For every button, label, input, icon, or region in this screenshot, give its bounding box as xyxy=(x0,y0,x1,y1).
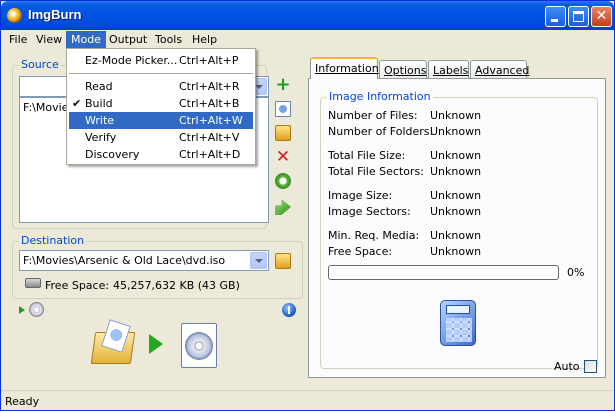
app-icon[interactable] xyxy=(7,8,22,23)
tab-information[interactable]: Information xyxy=(310,57,379,79)
menu-mode[interactable]: Mode xyxy=(66,31,106,48)
menu-item-label: Ez-Mode Picker... xyxy=(85,54,178,67)
disc-icon[interactable] xyxy=(29,302,44,317)
close-icon: ✕ xyxy=(595,8,608,24)
menu-view[interactable]: View xyxy=(31,31,67,48)
minimize-button[interactable] xyxy=(545,6,566,27)
minimize-icon xyxy=(551,19,558,22)
tab-label: Advanced xyxy=(475,64,530,77)
tab-advanced[interactable]: Advanced xyxy=(470,60,530,80)
info-row-label: Min. Req. Media: xyxy=(328,229,420,242)
destination-path: F:\Movies\Arsenic & Old Lace\dvd.iso xyxy=(23,254,226,267)
info-row-label: Free Space: xyxy=(328,245,393,258)
chevron-down-icon xyxy=(255,85,263,89)
tab-label: Options xyxy=(384,64,427,77)
expand-arrow-icon[interactable] xyxy=(19,306,25,314)
mode-menu-dropdown: Ez-Mode Picker... Ctrl+Alt+P Read Ctrl+A… xyxy=(66,48,256,165)
menu-item-build[interactable]: ✔ Build Ctrl+Alt+B xyxy=(69,95,253,112)
maximize-button[interactable] xyxy=(568,6,589,27)
info-row-value: Unknown xyxy=(430,109,482,122)
imgburn-window: ImgBurn ✕ File View Mode Output Tools He… xyxy=(0,0,615,411)
menu-item-label: Build xyxy=(85,97,113,110)
status-bar: Ready xyxy=(1,390,614,410)
menu-separator xyxy=(69,73,253,74)
info-row-value: Unknown xyxy=(430,245,482,258)
menu-item-label: Read xyxy=(85,80,113,93)
image-information-group: Image Information Number of Files: Unkno… xyxy=(320,90,598,373)
menu-item-shortcut: Ctrl+Alt+V xyxy=(179,131,240,144)
menu-item-write[interactable]: Write Ctrl+Alt+W xyxy=(69,112,253,129)
info-row-value: Unknown xyxy=(430,205,482,218)
iso-disc-icon[interactable] xyxy=(181,323,217,368)
info-row-label: Number of Files: xyxy=(328,109,418,122)
calculator-keys xyxy=(446,318,472,342)
menu-item-verify[interactable]: Verify Ctrl+Alt+V xyxy=(69,129,253,146)
folder-icon[interactable] xyxy=(275,125,291,141)
menu-item-shortcut: Ctrl+Alt+B xyxy=(179,97,240,110)
calculator-icon[interactable] xyxy=(440,300,476,346)
free-space-label: Free Space: xyxy=(45,279,110,292)
info-row-label: Total File Sectors: xyxy=(328,165,424,178)
menu-file[interactable]: File xyxy=(4,31,32,48)
list-item[interactable]: F:\Movie xyxy=(23,101,68,114)
menu-item-shortcut: Ctrl+Alt+D xyxy=(179,148,241,161)
menu-item-label: Discovery xyxy=(85,148,140,161)
harddrive-icon xyxy=(25,278,41,288)
info-row-value: Unknown xyxy=(430,149,482,162)
image-information-label: Image Information xyxy=(327,90,433,103)
maximize-icon xyxy=(573,11,584,22)
destination-combo[interactable]: F:\Movies\Arsenic & Old Lace\dvd.iso xyxy=(19,250,269,271)
menu-item-ez-mode-picker[interactable]: Ez-Mode Picker... Ctrl+Alt+P xyxy=(69,52,253,69)
tab-labels[interactable]: Labels xyxy=(428,60,469,80)
source-label: Source xyxy=(19,58,61,71)
refresh-icon[interactable] xyxy=(275,173,291,189)
browse-folder-icon[interactable] xyxy=(275,253,291,269)
menu-tools[interactable]: Tools xyxy=(150,31,187,48)
menu-item-shortcut: Ctrl+Alt+W xyxy=(179,114,243,127)
file-icon[interactable] xyxy=(275,101,291,117)
status-text: Ready xyxy=(5,395,40,408)
delete-icon[interactable]: ✕ xyxy=(275,149,291,166)
menu-item-shortcut: Ctrl+Alt+R xyxy=(179,80,240,93)
menu-item-label: Verify xyxy=(85,131,117,144)
info-row-value: Unknown xyxy=(430,165,482,178)
title-bar[interactable]: ImgBurn ✕ xyxy=(1,1,614,30)
information-panel: Image Information Number of Files: Unkno… xyxy=(308,78,606,378)
destination-dropdown-button[interactable] xyxy=(250,252,267,269)
progress-percent: 0% xyxy=(567,266,585,279)
menu-help[interactable]: Help xyxy=(187,31,222,48)
menu-item-read[interactable]: Read Ctrl+Alt+R xyxy=(69,78,253,95)
menu-item-discovery[interactable]: Discovery Ctrl+Alt+D xyxy=(69,146,253,163)
free-space-value: 45,257,632 KB (43 GB) xyxy=(113,279,240,292)
auto-label: Auto xyxy=(554,360,580,373)
build-folder-icon[interactable] xyxy=(90,319,137,367)
info-icon[interactable] xyxy=(282,303,296,317)
check-icon: ✔ xyxy=(72,97,82,110)
info-row-label: Image Sectors: xyxy=(328,205,411,218)
info-row-value: Unknown xyxy=(430,189,482,202)
auto-checkbox[interactable] xyxy=(584,360,597,373)
menu-bar: File View Mode Output Tools Help xyxy=(1,30,614,49)
progress-bar xyxy=(328,265,559,280)
calculator-screen xyxy=(446,305,470,314)
tab-options[interactable]: Options xyxy=(379,60,427,80)
add-icon[interactable]: + xyxy=(275,76,291,94)
play-icon[interactable] xyxy=(149,334,163,354)
info-row-value: Unknown xyxy=(430,229,482,242)
menu-item-shortcut: Ctrl+Alt+P xyxy=(179,54,239,67)
destination-label: Destination xyxy=(19,234,87,247)
chevron-down-icon xyxy=(255,259,263,263)
tab-label: Labels xyxy=(433,64,469,77)
tab-label: Information xyxy=(315,62,379,75)
info-row-label: Image Size: xyxy=(328,189,393,202)
info-row-label: Number of Folders: xyxy=(328,125,434,138)
menu-output[interactable]: Output xyxy=(104,31,152,48)
info-row-value: Unknown xyxy=(430,125,482,138)
window-title: ImgBurn xyxy=(28,7,82,22)
info-row-label: Total File Size: xyxy=(328,149,406,162)
menu-item-label: Write xyxy=(85,114,115,127)
calculate-icon[interactable] xyxy=(275,199,291,215)
close-button[interactable]: ✕ xyxy=(591,6,612,27)
